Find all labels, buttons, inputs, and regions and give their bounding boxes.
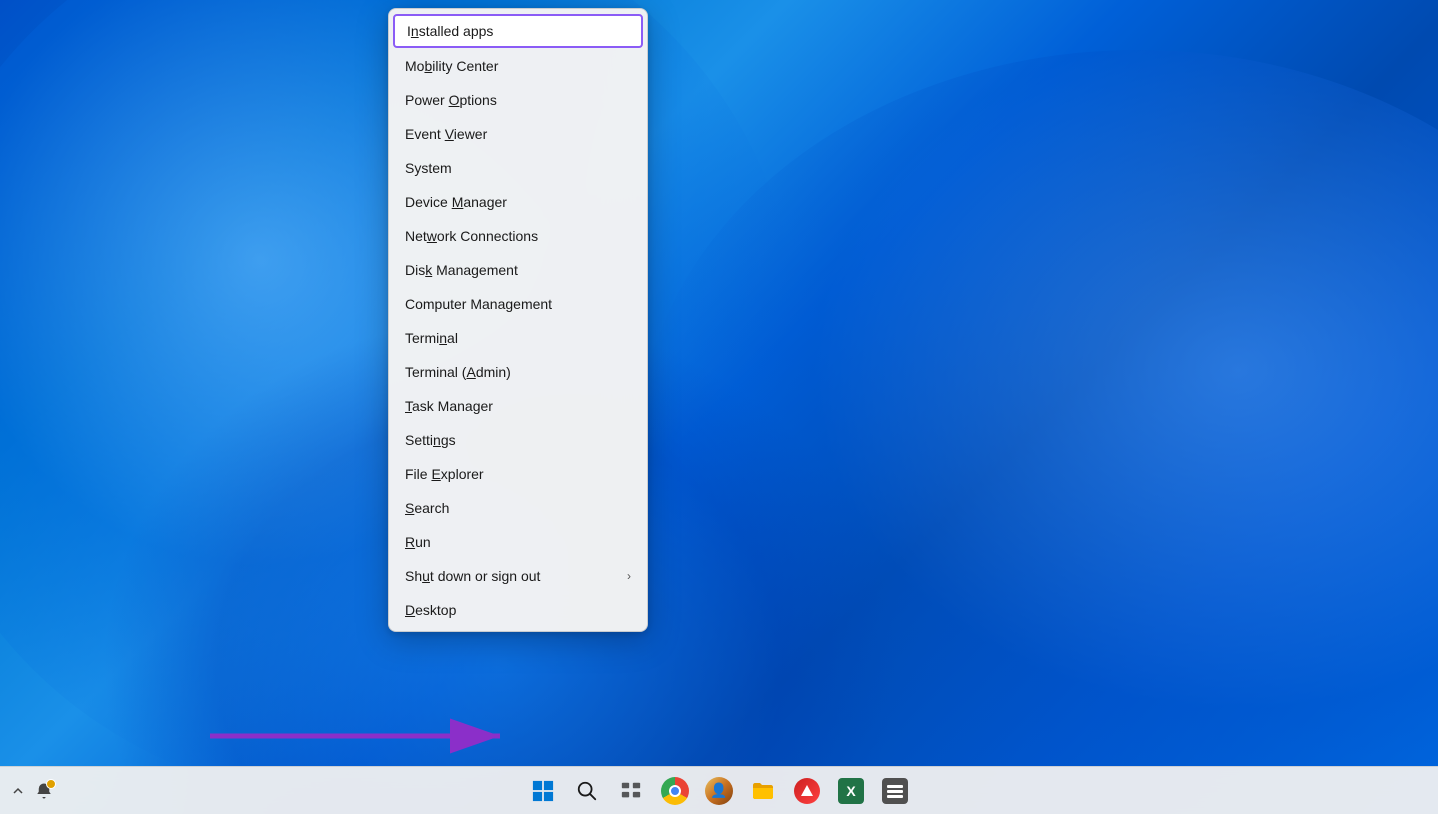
search-icon <box>576 780 598 802</box>
chevron-up-icon <box>12 785 24 797</box>
profile-avatar-icon: 👤 <box>705 777 733 805</box>
taskview-icon <box>620 780 642 802</box>
excel-icon: X <box>838 778 864 804</box>
menu-item-label: File Explorer <box>405 466 484 482</box>
windows-logo-icon <box>532 780 554 802</box>
menu-item-label: Event Viewer <box>405 126 487 142</box>
taskbar-search-button[interactable] <box>567 771 607 811</box>
menu-item-search[interactable]: Search <box>389 491 647 525</box>
start-button[interactable] <box>523 771 563 811</box>
menu-item-label: Disk Management <box>405 262 518 278</box>
menu-item-terminal-admin[interactable]: Terminal (Admin) <box>389 355 647 389</box>
menu-item-label: Run <box>405 534 431 550</box>
tray-chevron-button[interactable] <box>8 781 28 801</box>
menu-item-disk-management[interactable]: Disk Management <box>389 253 647 287</box>
notification-button[interactable] <box>34 781 54 801</box>
menu-item-label: Terminal (Admin) <box>405 364 511 380</box>
menu-item-power-options[interactable]: Power Options <box>389 83 647 117</box>
taskbar: 👤 X <box>0 766 1438 814</box>
menu-item-label: Task Manager <box>405 398 493 414</box>
taskbar-center: 👤 X <box>523 771 915 811</box>
submenu-chevron-icon: › <box>627 569 631 583</box>
desktop: Installed apps Mobility Center Power Opt… <box>0 0 1438 814</box>
context-menu: Installed apps Mobility Center Power Opt… <box>388 8 648 632</box>
menu-item-terminal[interactable]: Terminal <box>389 321 647 355</box>
menu-item-run[interactable]: Run <box>389 525 647 559</box>
menu-item-label: System <box>405 160 452 176</box>
menu-item-device-manager[interactable]: Device Manager <box>389 185 647 219</box>
app7-icon <box>882 778 908 804</box>
menu-item-label: Installed apps <box>407 23 493 39</box>
taskbar-app-red-button[interactable] <box>787 771 827 811</box>
menu-item-event-viewer[interactable]: Event Viewer <box>389 117 647 151</box>
taskbar-excel-button[interactable]: X <box>831 771 871 811</box>
chrome-logo-icon <box>661 777 689 805</box>
menu-item-label: Shut down or sign out <box>405 568 540 584</box>
system-tray <box>0 781 62 801</box>
menu-item-desktop[interactable]: Desktop <box>389 593 647 627</box>
menu-item-label: Network Connections <box>405 228 538 244</box>
red-app-icon <box>794 778 820 804</box>
folder-icon <box>751 779 775 803</box>
menu-item-network-connections[interactable]: Network Connections <box>389 219 647 253</box>
menu-item-settings[interactable]: Settings <box>389 423 647 457</box>
menu-item-shut-down[interactable]: Shut down or sign out › <box>389 559 647 593</box>
menu-item-installed-apps[interactable]: Installed apps <box>393 14 643 48</box>
menu-item-system[interactable]: System <box>389 151 647 185</box>
menu-item-label: Mobility Center <box>405 58 498 74</box>
taskbar-chrome-button[interactable] <box>655 771 695 811</box>
menu-item-label: Power Options <box>405 92 497 108</box>
menu-item-label: Device Manager <box>405 194 507 210</box>
taskbar-app7-button[interactable] <box>875 771 915 811</box>
menu-item-label: Terminal <box>405 330 458 346</box>
notification-icon <box>35 782 53 800</box>
menu-item-file-explorer[interactable]: File Explorer <box>389 457 647 491</box>
menu-item-label: Desktop <box>405 602 456 618</box>
taskbar-taskview-button[interactable] <box>611 771 651 811</box>
menu-item-mobility-center[interactable]: Mobility Center <box>389 49 647 83</box>
menu-item-computer-management[interactable]: Computer Management <box>389 287 647 321</box>
arrow-annotation <box>200 706 530 766</box>
menu-item-label: Computer Management <box>405 296 552 312</box>
menu-item-task-manager[interactable]: Task Manager <box>389 389 647 423</box>
menu-item-label: Search <box>405 500 449 516</box>
taskbar-file-explorer-button[interactable] <box>743 771 783 811</box>
taskbar-profile-button[interactable]: 👤 <box>699 771 739 811</box>
menu-item-label: Settings <box>405 432 456 448</box>
